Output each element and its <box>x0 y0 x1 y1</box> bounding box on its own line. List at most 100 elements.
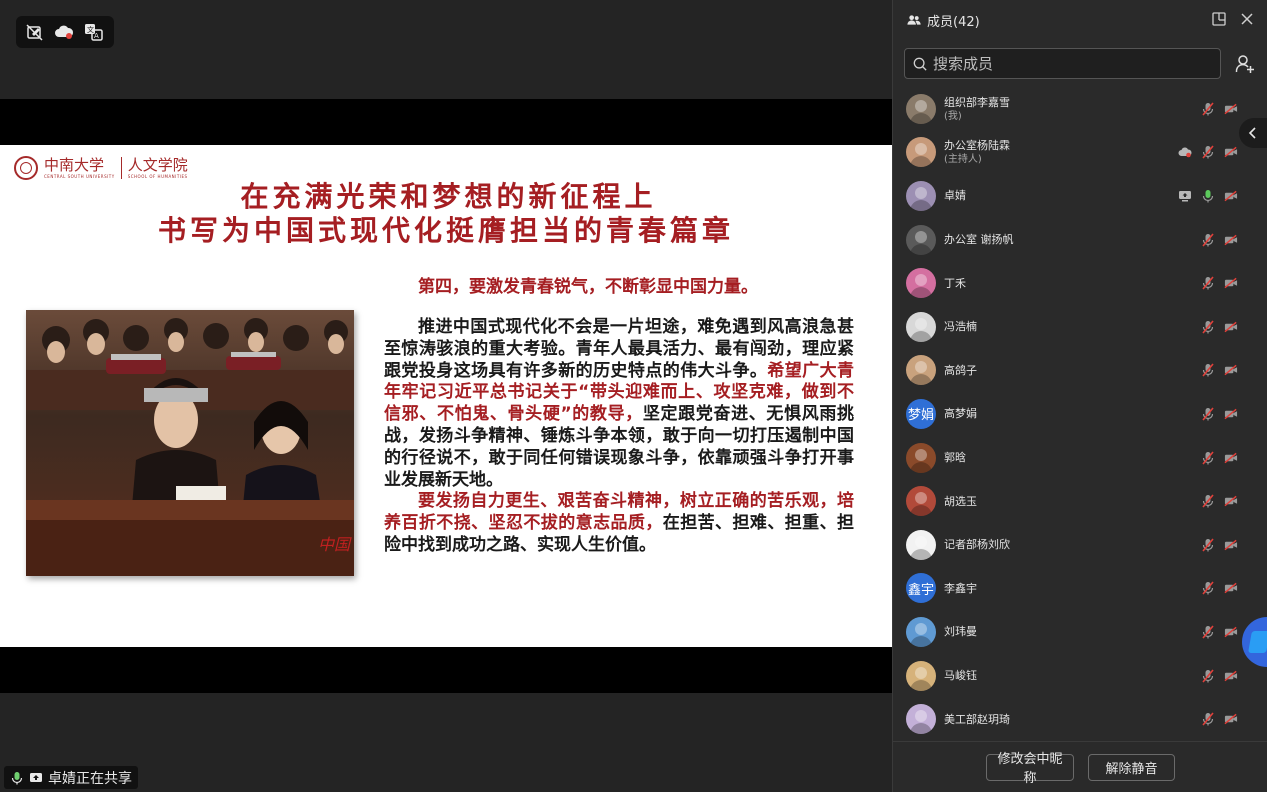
member-row[interactable]: 办公室 谢扬帆 <box>893 218 1267 262</box>
member-name: 卓婧 <box>944 189 966 203</box>
member-list: 组织部李嘉雪 (我) 办公室杨陆霖 (主持人) 卓婧 办公室 谢扬帆 丁禾 冯浩楠 高鸽子 梦娟高… <box>893 87 1267 741</box>
microphone-muted-icon[interactable] <box>1201 538 1215 552</box>
members-panel: 成员(42) 组织部李嘉雪(我)办公室杨陆霖(主持人)卓婧办公室 谢扬帆丁禾冯浩… <box>892 0 1267 792</box>
member-name: 美工部赵玥琦 <box>944 712 1010 726</box>
member-avatar <box>906 93 936 124</box>
microphone-muted-icon[interactable] <box>1201 494 1215 508</box>
members-icon <box>907 13 921 27</box>
microphone-muted-icon[interactable] <box>1201 451 1215 465</box>
svg-text:中国: 中国 <box>318 535 352 554</box>
svg-text:A: A <box>94 32 99 40</box>
member-row[interactable]: 记者部杨刘欣 <box>893 523 1267 567</box>
member-name: 丁禾 <box>944 276 966 290</box>
members-panel-title: 成员(42) <box>927 14 980 30</box>
unmute-button[interactable]: 解除静音 <box>1088 753 1175 781</box>
member-row[interactable]: 卓婧 <box>893 174 1267 218</box>
camera-off-icon[interactable] <box>1224 145 1238 159</box>
member-row[interactable]: 冯浩楠 <box>893 305 1267 349</box>
microphone-muted-icon[interactable] <box>1201 276 1215 290</box>
member-avatar <box>906 137 936 168</box>
camera-off-icon[interactable] <box>1224 363 1238 377</box>
microphone-muted-icon[interactable] <box>1201 669 1215 683</box>
member-avatar <box>906 660 936 691</box>
slide-photo: 中国 <box>26 310 354 576</box>
member-row[interactable]: 马峻钰 <box>893 654 1267 698</box>
slide-paragraph-1: 推进中国式现代化不会是一片坦途，难免遇到风高浪急甚至惊涛骇浪的重大考验。青年人最… <box>384 317 855 490</box>
svg-text:文: 文 <box>87 25 94 34</box>
member-name: 李鑫宇 <box>944 581 977 595</box>
member-row[interactable]: 胡选玉 <box>893 479 1267 523</box>
microphone-muted-icon[interactable] <box>1201 581 1215 595</box>
microphone-muted-icon[interactable] <box>1201 102 1215 116</box>
pop-out-icon[interactable] <box>1210 10 1228 28</box>
member-avatar <box>906 355 936 386</box>
logo-school-name: 人文学院 <box>127 155 188 174</box>
camera-off-icon[interactable] <box>1224 538 1238 552</box>
members-panel-footer: 修改会中昵称 解除静音 <box>893 741 1267 792</box>
close-icon[interactable] <box>1238 10 1256 28</box>
member-avatar <box>906 224 936 255</box>
member-role: (我) <box>944 110 962 122</box>
camera-off-icon[interactable] <box>1224 494 1238 508</box>
cloud-record-icon <box>1178 145 1192 159</box>
member-avatar <box>906 268 936 299</box>
sharing-status-bar: 卓婧正在共享 <box>4 766 138 789</box>
microphone-muted-icon[interactable] <box>1201 625 1215 639</box>
member-role: (主持人) <box>944 154 982 166</box>
microphone-muted-icon[interactable] <box>1201 363 1215 377</box>
member-row[interactable]: 办公室杨陆霖 (主持人) <box>893 131 1267 175</box>
member-row[interactable]: 组织部李嘉雪 (我) <box>893 87 1267 131</box>
member-avatar: 鑫宇 <box>906 573 936 604</box>
member-name: 办公室 谢扬帆 <box>944 233 1014 247</box>
camera-off-icon[interactable] <box>1224 320 1238 334</box>
member-name: 马峻钰 <box>944 669 977 683</box>
shared-screen-stage: 文A 中南大学 CENTRAL SOUTH UNIVERSITY 人文学院 SC… <box>0 0 892 792</box>
microphone-muted-icon[interactable] <box>1201 320 1215 334</box>
annotation-off-icon[interactable] <box>26 22 44 42</box>
translate-icon[interactable]: 文A <box>84 22 104 42</box>
member-name: 冯浩楠 <box>944 320 977 334</box>
invite-member-button[interactable] <box>1229 48 1260 79</box>
logo-university-name: 中南大学 <box>44 155 105 174</box>
microphone-muted-icon[interactable] <box>1201 712 1215 726</box>
camera-off-icon[interactable] <box>1224 407 1238 421</box>
camera-off-icon[interactable] <box>1224 189 1238 203</box>
top-toolbar: 文A <box>16 16 114 48</box>
member-name: 办公室杨陆霖 <box>944 139 1010 153</box>
camera-off-icon[interactable] <box>1224 712 1238 726</box>
microphone-muted-icon[interactable] <box>1201 145 1215 159</box>
member-name: 高梦娟 <box>944 407 977 421</box>
camera-off-icon[interactable] <box>1224 669 1238 683</box>
collapse-panel-tab[interactable] <box>1239 118 1267 148</box>
member-avatar <box>906 311 936 342</box>
member-row[interactable]: 丁禾 <box>893 261 1267 305</box>
assistant-icon <box>1248 631 1267 653</box>
member-row[interactable]: 美工部赵玥琦 <box>893 697 1267 741</box>
microphone-muted-icon[interactable] <box>1201 407 1215 421</box>
member-name: 胡选玉 <box>944 494 977 508</box>
member-avatar <box>906 616 936 647</box>
microphone-muted-icon[interactable] <box>1201 233 1215 247</box>
slide-body-text: 推进中国式现代化不会是一片坦途，难免遇到风高浪急甚至惊涛骇浪的重大考验。青年人最… <box>384 317 854 557</box>
camera-off-icon[interactable] <box>1224 625 1238 639</box>
member-search-box[interactable] <box>904 48 1221 79</box>
camera-off-icon[interactable] <box>1224 102 1238 116</box>
member-row[interactable]: 梦娟 高梦娟 <box>893 392 1267 436</box>
member-row[interactable]: 刘玮曼 <box>893 610 1267 654</box>
member-name: 记者部杨刘欣 <box>944 538 1010 552</box>
rename-nickname-button[interactable]: 修改会中昵称 <box>986 752 1074 786</box>
camera-off-icon[interactable] <box>1224 233 1238 247</box>
cloud-record-icon[interactable] <box>54 22 74 42</box>
member-row[interactable]: 鑫宇 李鑫宇 <box>893 567 1267 611</box>
member-search-input[interactable] <box>933 54 1193 73</box>
camera-off-icon[interactable] <box>1224 451 1238 465</box>
add-user-icon <box>1235 54 1254 73</box>
letterbox-top <box>0 99 892 145</box>
member-row[interactable]: 高鸽子 <box>893 349 1267 393</box>
members-panel-header: 成员(42) <box>893 0 1267 40</box>
member-avatar <box>906 442 936 473</box>
camera-off-icon[interactable] <box>1224 581 1238 595</box>
member-row[interactable]: 郭晗 <box>893 436 1267 480</box>
microphone-on-icon[interactable] <box>1201 189 1215 203</box>
camera-off-icon[interactable] <box>1224 276 1238 290</box>
